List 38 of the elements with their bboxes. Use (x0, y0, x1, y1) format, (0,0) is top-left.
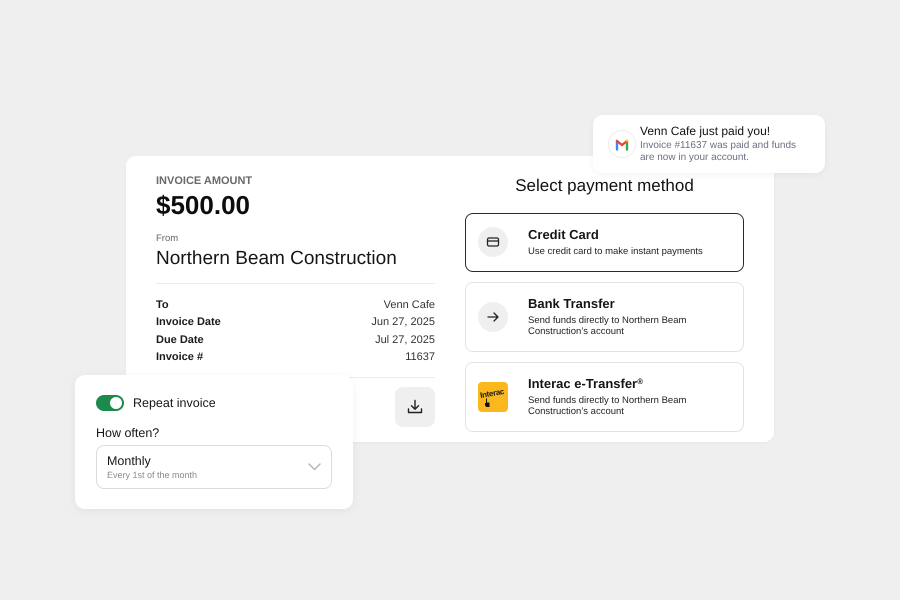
chevron-down-icon (308, 463, 321, 471)
detail-value: Jul 27, 2025 (375, 334, 435, 346)
select-hint: Every 1st of the month (107, 470, 198, 480)
amount-label: INVOICE AMOUNT (156, 174, 254, 188)
arrow-right-icon (478, 302, 508, 332)
payment-option[interactable]: Credit Card Use credit card to make instant payments (465, 213, 744, 272)
option-description: Use credit card to make instant payments (528, 246, 704, 258)
pointing-hand-icon (484, 398, 490, 406)
detail-label: Invoice # (156, 351, 204, 364)
detail-label: To (156, 298, 169, 311)
detail-label: Invoice Date (156, 316, 221, 328)
payment-option[interactable]: Bank Transfer Send funds directly to Northern Beam Construction’s account (465, 282, 744, 352)
detail-label: Due Date (156, 334, 204, 346)
detail-value: 11637 (405, 351, 435, 364)
option-title: Interac e-Transfer$^{®}$ (528, 376, 644, 392)
repeat-toggle[interactable] (96, 395, 124, 411)
detail-value: Venn Cafe (384, 298, 435, 311)
download-icon (407, 399, 423, 415)
mail-icon (608, 130, 636, 158)
detail-value: Jun 27, 2025 (371, 316, 435, 328)
option-description: Send funds directly to Northern Beam Construction’s account (528, 394, 688, 418)
option-title: Bank Transfer (528, 296, 616, 312)
option-title: Credit Card (528, 227, 600, 243)
invoice-amount: $500.00 (156, 190, 251, 220)
frequency-select[interactable]: Monthly Every 1st of the month (96, 445, 332, 489)
select-value: Monthly (107, 454, 152, 468)
payment-option[interactable]: Interac Interac e-Transfer$^{®}$ Send funds directly to Northern Beam Construction’s account (465, 362, 744, 432)
toggle-label: Repeat invoice (133, 396, 216, 410)
notification-message: Invoice #11637 was paid and funds are now in your account. (640, 140, 798, 164)
download-button[interactable] (395, 387, 435, 427)
notification-title: Venn Cafe just paid you! (640, 124, 772, 138)
payment-title: Select payment method (514, 175, 695, 197)
option-description: Send funds directly to Northern Beam Construction’s account (528, 314, 688, 338)
sender-name: Northern Beam Construction (156, 247, 398, 271)
credit-card-icon (478, 227, 508, 258)
from-label: From (156, 233, 180, 245)
logo-text: Interac (479, 386, 505, 400)
frequency-label: How often? (96, 425, 160, 441)
